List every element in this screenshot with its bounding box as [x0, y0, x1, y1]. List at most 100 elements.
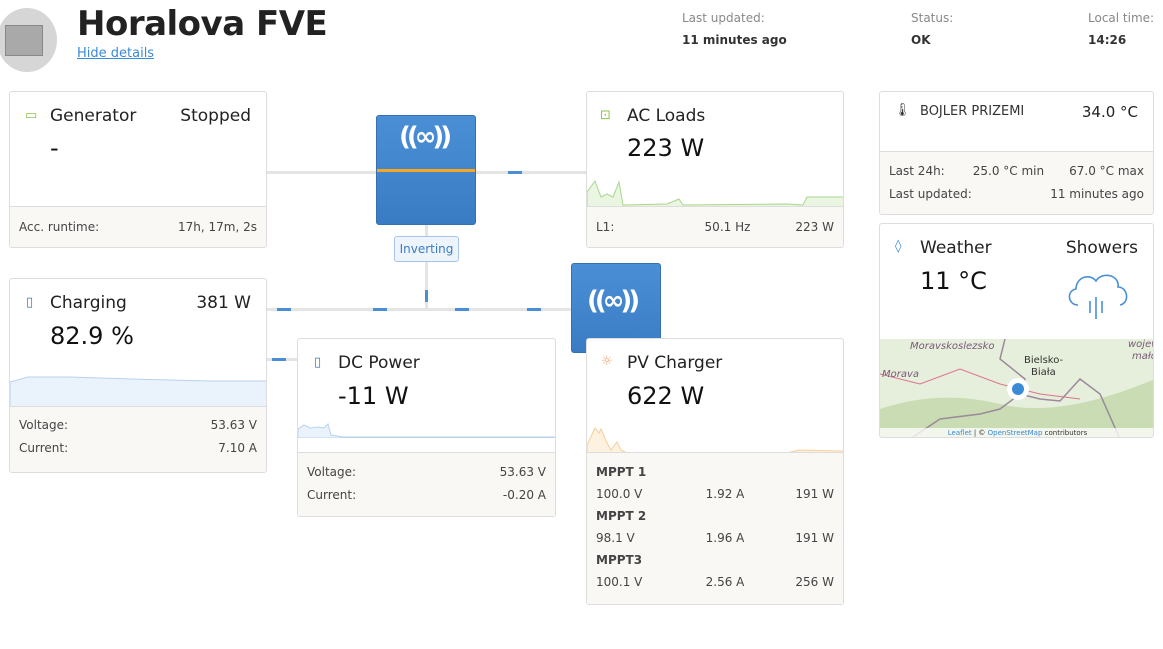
site-avatar: [0, 8, 57, 72]
weather-condition: Showers: [1065, 238, 1138, 258]
location-marker[interactable]: [1007, 378, 1029, 400]
ac-loads-sparkline: [587, 179, 843, 207]
ac-loads-card[interactable]: ⊡ AC Loads 223 W L1: 50.1 Hz 223 W: [586, 91, 844, 248]
map-label: małop: [1132, 351, 1153, 362]
osm-link[interactable]: OpenStreetMap: [988, 429, 1043, 437]
battery-icon: ▯: [314, 355, 322, 370]
dc-power-title: DC Power: [338, 353, 420, 373]
dc-voltage: 53.63 V: [499, 464, 546, 479]
mppt-name: MPPT3: [596, 553, 643, 567]
mppt-current: 1.92 A: [705, 487, 745, 501]
mppt-name: MPPT 2: [596, 509, 647, 523]
inverter-state-badge: Inverting: [394, 236, 459, 262]
flow-indicator: [455, 308, 469, 311]
flow-indicator: [425, 290, 428, 302]
generator-card[interactable]: ▭ Generator Stopped - Acc. runtime: 17h, …: [9, 91, 267, 248]
battery-soc: 82.9 %: [50, 322, 134, 350]
battery-current-label: Current:: [19, 440, 69, 455]
victron-logo-icon: ((∞)): [587, 286, 640, 316]
local-time-value: 14:26: [1088, 33, 1127, 47]
generator-state: Stopped: [180, 106, 251, 126]
dc-power-card[interactable]: ▯ DC Power -11 W Voltage: 53.63 V Current…: [297, 338, 556, 517]
sensor-value: 34.0 °C: [1081, 103, 1138, 121]
status-label: Status:: [911, 11, 954, 25]
sensor-title: BOJLER PRIZEMI: [920, 104, 1025, 119]
leaflet-link[interactable]: Leaflet: [948, 429, 972, 437]
pv-title: PV Charger: [627, 353, 723, 373]
mppt-3: MPPT3 100.1 V 2.56 A 256 W: [596, 549, 834, 593]
location-pin-icon: ◊: [895, 239, 902, 254]
l1-power: 223 W: [795, 219, 834, 234]
connector-generator-inverter: [266, 171, 376, 174]
battery-current: 7.10 A: [218, 440, 257, 455]
thermometer-icon: 🌡︎: [894, 103, 911, 118]
runtime-value: 17h, 17m, 2s: [178, 219, 257, 234]
flow-indicator: [272, 358, 286, 361]
generator-value: -: [50, 134, 59, 162]
l1-label: L1:: [596, 219, 615, 234]
map-label: Bielsko-: [1024, 355, 1064, 366]
mppt-name: MPPT 1: [596, 465, 647, 479]
dc-voltage-label: Voltage:: [307, 464, 357, 479]
attribution-text: contributors: [1042, 429, 1088, 437]
mppt-power: 191 W: [795, 531, 834, 545]
attribution-sep: | ©: [971, 429, 988, 437]
temperature-sensor-card[interactable]: 🌡︎ BOJLER PRIZEMI 34.0 °C Last 24h: 25.0 …: [879, 91, 1154, 215]
battery-card[interactable]: ▯ Charging 381 W 82.9 % Voltage: 53.63 V …: [9, 278, 267, 473]
connector-dcbus: [266, 308, 571, 311]
dc-power-value: -11 W: [338, 382, 409, 410]
flow-indicator: [373, 308, 387, 311]
cloud-rain-icon: [1068, 274, 1128, 319]
flow-indicator: [277, 308, 291, 311]
mppt-voltage: 100.0 V: [596, 487, 643, 501]
ac-loads-value: 223 W: [627, 134, 705, 162]
inverter-ac-line: [377, 169, 475, 172]
map-label: Biała: [1031, 367, 1056, 378]
weather-title: Weather: [920, 238, 992, 258]
map-label: Morava: [882, 369, 920, 380]
flow-indicator: [508, 171, 522, 174]
sensor-updated-label: Last updated:: [889, 186, 972, 201]
sensor-min: 25.0 °C min: [972, 163, 1045, 178]
pv-value: 622 W: [627, 382, 705, 410]
mppt-power: 256 W: [795, 575, 834, 589]
mppt-power: 191 W: [795, 487, 834, 501]
status-value: OK: [911, 33, 931, 47]
connector-inverter-acloads: [475, 171, 586, 174]
dc-current: -0.20 A: [502, 487, 546, 502]
map-attribution: Leaflet | © OpenStreetMap contributors: [880, 428, 1153, 437]
map-label: Moravskoslezsko: [910, 341, 995, 352]
mppt-1: MPPT 1 100.0 V 1.92 A 191 W: [596, 461, 834, 505]
inverter-device[interactable]: ((∞)): [376, 115, 476, 225]
device-icon: [5, 25, 43, 56]
battery-icon: ▯: [26, 295, 34, 310]
dc-power-sparkline: [298, 423, 555, 438]
last-updated-label: Last updated:: [682, 11, 765, 25]
victron-logo-icon: ((∞)): [399, 122, 452, 152]
pv-charger-card[interactable]: ☼ PV Charger 622 W MPPT 1 100.0 V 1.92 A 1…: [586, 338, 844, 605]
local-time-label: Local time:: [1088, 11, 1155, 25]
mppt-current: 1.96 A: [705, 531, 745, 545]
generator-title: Generator: [50, 106, 137, 126]
mppt-voltage: 98.1 V: [596, 531, 635, 545]
battery-state: Charging: [50, 293, 127, 313]
weather-card[interactable]: ◊ Weather Showers 11 °C Moravskoslezsko …: [879, 223, 1154, 438]
mppt-voltage: 100.1 V: [596, 575, 643, 589]
battery-voltage: 53.63 V: [210, 417, 257, 432]
page-title: Horalova FVE: [77, 4, 328, 44]
hide-details-link[interactable]: Hide details: [77, 46, 154, 61]
runtime-label: Acc. runtime:: [19, 219, 100, 234]
weather-map[interactable]: Moravskoslezsko Morava Bielsko- Biała wo…: [880, 339, 1153, 437]
map-label: wojew: [1128, 339, 1153, 350]
generator-icon: ▭: [25, 108, 38, 123]
sensor-updated: 11 minutes ago: [1050, 186, 1144, 201]
mppt-current: 2.56 A: [705, 575, 745, 589]
battery-sparkline: [10, 376, 266, 408]
dc-current-label: Current:: [307, 487, 357, 502]
flow-indicator: [527, 308, 541, 311]
ac-loads-title: AC Loads: [627, 106, 706, 126]
sun-icon: ☼: [601, 354, 613, 369]
last24-label: Last 24h:: [889, 163, 945, 178]
l1-frequency: 50.1 Hz: [704, 219, 751, 234]
battery-power: 381 W: [196, 293, 251, 313]
